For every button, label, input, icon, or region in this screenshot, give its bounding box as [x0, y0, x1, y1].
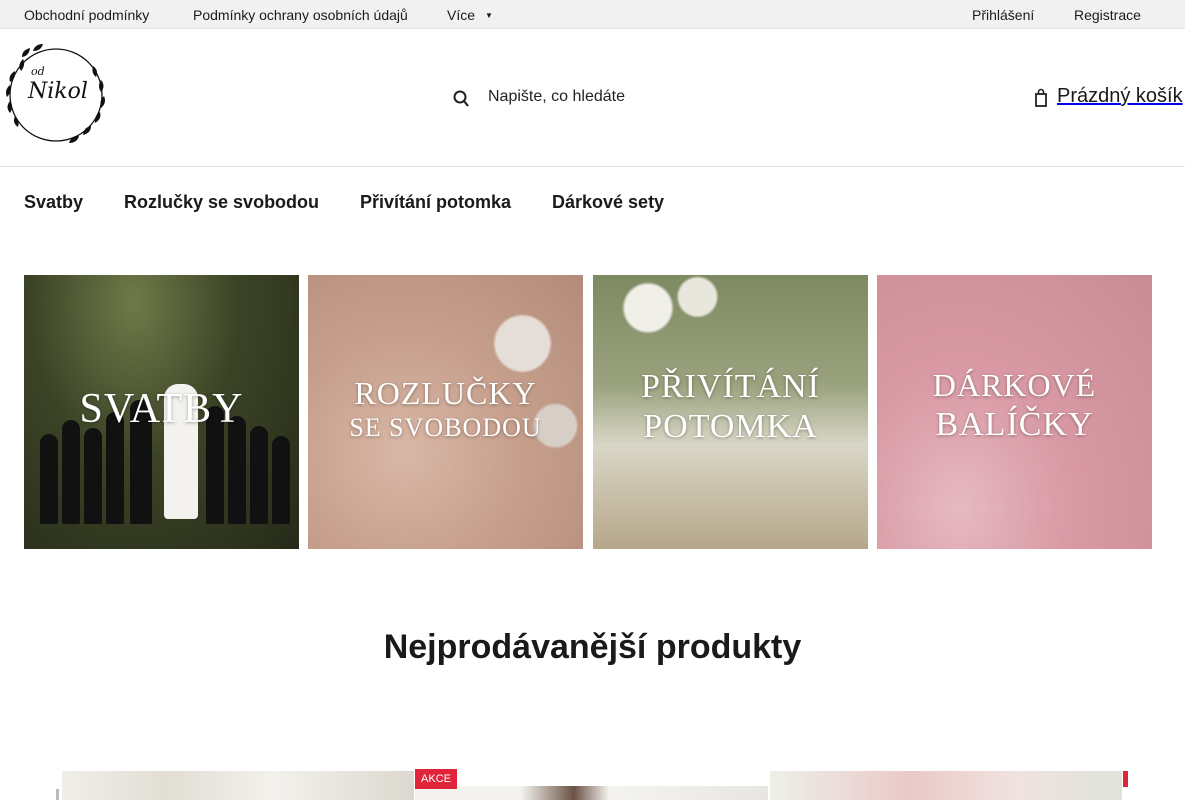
carousel-edge: [56, 789, 59, 800]
sale-badge: AKCE: [415, 769, 457, 789]
nav-item-weddings[interactable]: Svatby: [24, 192, 83, 213]
link-terms[interactable]: Obchodní podmínky: [24, 7, 149, 23]
top-bar: Obchodní podmínky Podmínky ochrany osobn…: [0, 0, 1185, 29]
nav-item-baby-shower[interactable]: Přivítání potomka: [360, 192, 511, 213]
logo[interactable]: od Nikol: [3, 43, 108, 146]
nav-item-gift-sets[interactable]: Dárkové sety: [552, 192, 664, 213]
logo-text-main: Nikol: [28, 79, 88, 104]
more-label: Více: [447, 7, 476, 23]
tile-caption-line-1: Dárkové: [932, 367, 1097, 403]
register-link[interactable]: Registrace: [1074, 7, 1141, 23]
link-privacy[interactable]: Podmínky ochrany osobních údajů: [193, 7, 408, 23]
product-card-image[interactable]: [62, 771, 414, 800]
login-link[interactable]: Přihlášení: [972, 7, 1034, 23]
cart-label: Prázdný košík: [1057, 85, 1183, 107]
search-box: [453, 84, 748, 110]
tile-caption-line-2: potomka: [643, 408, 818, 445]
section-heading: Nejprodávanější produkty: [383, 628, 802, 666]
magnifier-icon[interactable]: [453, 88, 469, 107]
category-tile-bachelorette[interactable]: Rozlučky se svobodou: [308, 275, 583, 549]
product-card-image[interactable]: [415, 786, 768, 800]
category-tile-weddings[interactable]: Svatby: [24, 275, 299, 549]
main-nav: Svatby Rozlučky se svobodou Přivítání po…: [0, 167, 1185, 235]
tile-caption-line-1: Přivítání: [641, 368, 820, 405]
tile-caption-line-2: se svobodou: [349, 413, 542, 442]
chevron-down-icon: ▼: [485, 11, 493, 20]
tile-caption-line-1: Rozlučky: [354, 375, 537, 411]
logo-text-top: od: [31, 65, 45, 78]
category-tile-baby-shower[interactable]: Přivítání potomka: [593, 275, 868, 549]
cart-icon: [1035, 88, 1047, 107]
more-menu-button[interactable]: Více ▼: [447, 7, 493, 23]
nav-item-bachelorette[interactable]: Rozlučky se svobodou: [124, 192, 319, 213]
product-card-image[interactable]: [770, 771, 1122, 800]
sale-badge-edge: [1123, 771, 1128, 787]
search-input[interactable]: [488, 88, 748, 106]
cart-button[interactable]: Prázdný košík: [1035, 85, 1183, 108]
category-tile-gift-boxes[interactable]: Dárkové balíčky: [877, 275, 1152, 549]
tile-caption-line-2: balíčky: [935, 406, 1094, 443]
header: od Nikol Prázdný košík: [0, 29, 1185, 167]
tile-caption: Svatby: [79, 386, 244, 432]
